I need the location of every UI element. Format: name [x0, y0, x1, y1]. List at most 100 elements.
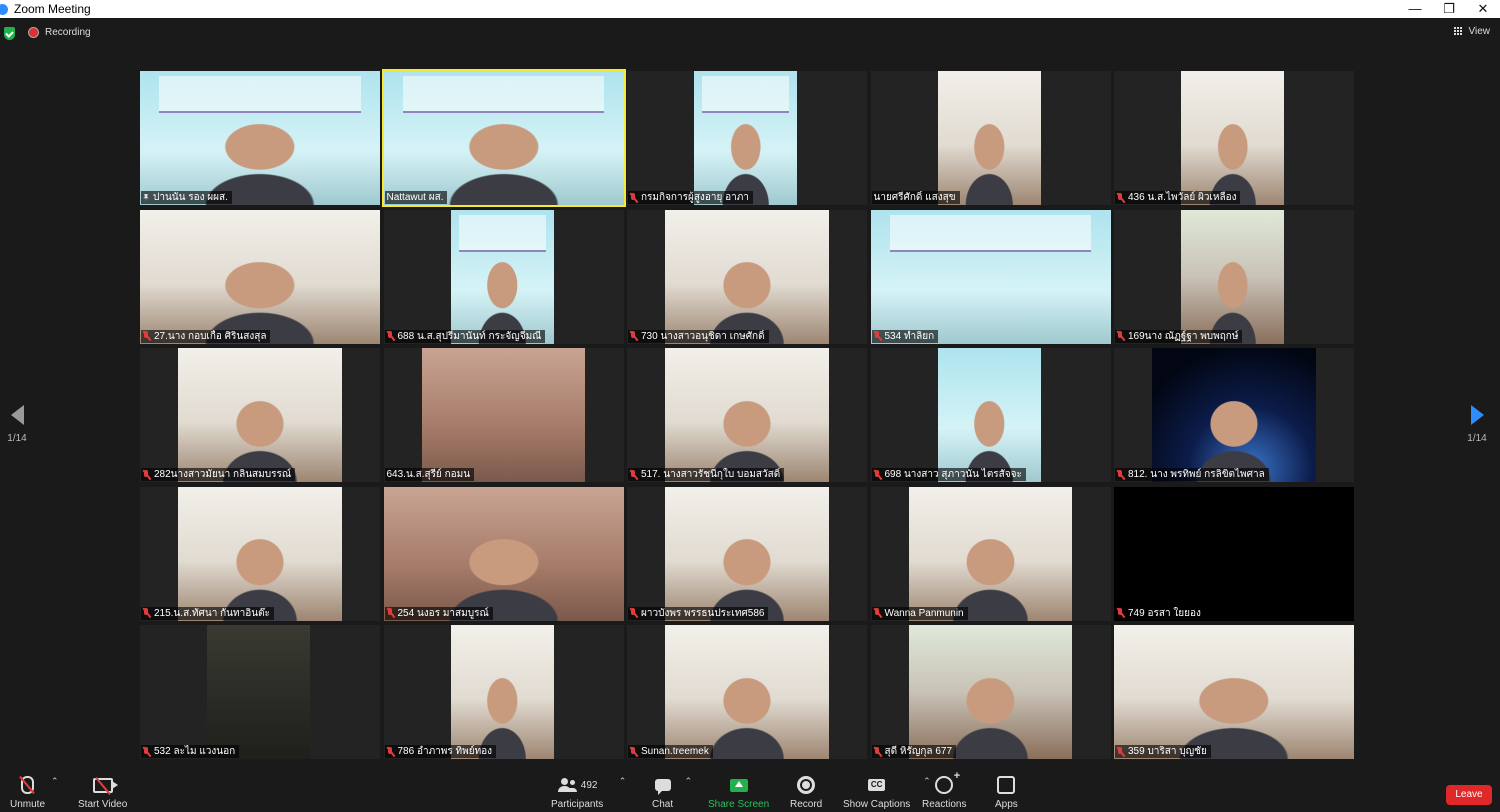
- left-arrow-icon[interactable]: [10, 405, 24, 425]
- participant-tile[interactable]: 812. นาง พรทิพย์ กรลิขิตไพศาล: [1114, 348, 1354, 482]
- participant-name: Wanna Panmunin: [884, 607, 964, 619]
- participant-name: ผาวบังพร พรรธนประเทศ586: [641, 607, 765, 619]
- muted-mic-icon: [387, 331, 394, 341]
- participant-tile[interactable]: 534 ทำลิยก: [870, 209, 1111, 344]
- muted-mic-icon: [1117, 608, 1124, 618]
- participant-tile[interactable]: 517. นางสาวรัชนีกุใบ บอมสวัสดิ์: [627, 348, 867, 482]
- participant-name: 359 บาริสา บุญชัย: [1128, 746, 1207, 757]
- record-button[interactable]: Record: [790, 774, 822, 810]
- participants-count: 492: [580, 779, 598, 791]
- participant-name-bar: 254 นงอร มาสมบูรณ์: [384, 606, 493, 620]
- participant-tile[interactable]: กรมกิจการผู้สูงอายุ อาภา: [627, 71, 867, 205]
- view-button[interactable]: View: [1453, 26, 1490, 37]
- apps-button[interactable]: Apps: [995, 774, 1018, 810]
- video-feed: [383, 71, 624, 205]
- participant-name: สุดี หิรัญกุล 677: [884, 746, 953, 757]
- muted-mic-icon: [630, 192, 637, 203]
- recording-indicator[interactable]: Recording: [28, 27, 91, 38]
- close-button[interactable]: ✕: [1466, 0, 1500, 18]
- participant-tile[interactable]: นายศรีศักดิ์ แสงสุข: [870, 71, 1111, 205]
- muted-mic-icon: [1117, 331, 1124, 341]
- participant-tile[interactable]: 282นางสาวมัยนา กลิ่นสมบรรณ์: [140, 348, 380, 482]
- share-screen-button[interactable]: Share Screen: [708, 774, 769, 810]
- start-video-button[interactable]: Start Video: [78, 774, 127, 810]
- muted-mic-icon: [143, 469, 150, 480]
- participant-name-bar: Nattawut ผส.: [384, 191, 448, 204]
- participant-tile[interactable]: 698 นางสาว สุภาวนัน ไตรสัจจะ: [870, 348, 1111, 482]
- participant-tile[interactable]: 436 น.ส.ไพวัลย์ ผิวเหลือง: [1114, 71, 1354, 205]
- apps-icon: [997, 776, 1016, 794]
- reactions-button[interactable]: Reactions: [922, 770, 966, 810]
- participants-icon: [557, 778, 577, 792]
- participant-name-bar: 749 อรสา ใยยอง: [1115, 606, 1205, 620]
- participant-name-bar: 27.นาง กอบเกื้อ ศิรินสงสุล: [141, 329, 271, 343]
- video-feed: [1114, 486, 1354, 621]
- participant-tile[interactable]: 254 นงอร มาสมบูรณ์: [383, 486, 624, 621]
- participant-tile[interactable]: 169นาง ณัฏฐ์ฐา พบพฤกษ์: [1114, 209, 1354, 344]
- participant-tile[interactable]: 749 อรสา ใยยอง: [1114, 486, 1354, 621]
- recording-dot-icon: [28, 27, 39, 38]
- participants-label: Participants: [551, 799, 604, 810]
- video-feed: [1114, 625, 1354, 759]
- next-page-control[interactable]: 1/14: [1462, 405, 1492, 444]
- participant-name-bar: 436 น.ส.ไพวัลย์ ผิวเหลือง: [1115, 191, 1241, 204]
- previous-page-control[interactable]: 1/14: [2, 405, 32, 444]
- participant-name: 532 ละไม แวงนอก: [154, 746, 236, 757]
- participant-name-bar: 282นางสาวมัยนา กลิ่นสมบรรณ์: [141, 468, 296, 481]
- participant-tile[interactable]: ผาวบังพร พรรธนประเทศ586: [627, 486, 867, 621]
- unmute-button[interactable]: ⌃ Unmute: [10, 774, 59, 810]
- muted-mic-icon: [630, 746, 637, 757]
- participant-name-bar: นายศรีศักดิ์ แสงสุข: [871, 191, 960, 204]
- muted-mic-icon: [143, 331, 150, 341]
- show-captions-button[interactable]: CC ⌃ Show Captions: [843, 774, 931, 810]
- participant-name-bar: 517. นางสาวรัชนีกุใบ บอมสวัสดิ์: [628, 468, 785, 481]
- participant-tile[interactable]: 359 บาริสา บุญชัย: [1114, 625, 1354, 759]
- audio-options-caret-icon[interactable]: ⌃: [51, 776, 59, 787]
- video-feed: [1181, 71, 1285, 205]
- participant-name: 812. นาง พรทิพย์ กรลิขิตไพศาล: [1128, 469, 1265, 480]
- muted-mic-icon: [630, 608, 637, 618]
- video-feed: [908, 486, 1073, 621]
- video-feed: [450, 625, 554, 759]
- participant-tile[interactable]: สุดี หิรัญกุล 677: [870, 625, 1111, 759]
- participant-tile[interactable]: 27.นาง กอบเกื้อ ศิรินสงสุล: [140, 209, 380, 344]
- participants-button[interactable]: 492 ⌃ Participants: [551, 774, 626, 810]
- participant-tile[interactable]: Sunan.treemek: [627, 625, 867, 759]
- participant-tile[interactable]: 215.น.ส.ทัศนา กันทาอินต๊ะ: [140, 486, 380, 621]
- chat-button[interactable]: ⌃ Chat: [652, 774, 692, 810]
- muted-mic-icon: [874, 746, 881, 757]
- recording-label: Recording: [45, 27, 91, 38]
- page-indicator-right: 1/14: [1467, 433, 1487, 444]
- encryption-shield-icon[interactable]: [4, 27, 15, 40]
- participant-tile[interactable]: 688 น.ส.สุปรีมานันท์ กระจัญจีมณี: [383, 209, 624, 344]
- muted-mic-icon: [874, 331, 881, 341]
- video-feed: [450, 209, 554, 344]
- participants-options-caret-icon[interactable]: ⌃: [619, 776, 627, 787]
- zoom-logo-icon: [0, 3, 8, 15]
- participant-name-bar: สุดี หิรัญกุล 677: [871, 745, 957, 758]
- minimize-button[interactable]: —: [1398, 0, 1432, 18]
- participant-tile[interactable]: ปานนัน รอง ผผส.: [140, 71, 380, 205]
- participant-name-bar: 643.น.ส.สุรีย์ กอมน: [384, 468, 475, 481]
- participant-name-bar: 688 น.ส.สุปรีมานันท์ กระจัญจีมณี: [384, 329, 546, 343]
- participant-tile[interactable]: Wanna Panmunin: [870, 486, 1111, 621]
- participant-name: Nattawut ผส.: [386, 192, 444, 203]
- muted-mic-icon: [874, 469, 881, 480]
- leave-button[interactable]: Leave: [1446, 785, 1492, 805]
- participant-tile[interactable]: 730 นางสาวอนุชิดา เกษศักดิ์: [627, 209, 867, 344]
- participant-tile[interactable]: 786 อำภาพร ทิพย์ทอง: [383, 625, 624, 759]
- show-captions-label: Show Captions: [843, 799, 911, 810]
- participant-tile[interactable]: 643.น.ส.สุรีย์ กอมน: [383, 348, 624, 482]
- participant-name-bar: 169นาง ณัฏฐ์ฐา พบพฤกษ์: [1115, 329, 1243, 343]
- chat-options-caret-icon[interactable]: ⌃: [685, 776, 693, 787]
- unmute-label: Unmute: [10, 799, 46, 810]
- video-feed: [665, 625, 829, 759]
- right-arrow-icon[interactable]: [1470, 405, 1484, 425]
- participant-name-bar: ปานนัน รอง ผผส.: [141, 191, 232, 204]
- maximize-button[interactable]: ❐: [1432, 0, 1466, 18]
- participant-name-bar: 534 ทำลิยก: [871, 329, 939, 343]
- participant-name-bar: 730 นางสาวอนุชิดา เกษศักดิ์: [628, 329, 769, 343]
- participant-tile[interactable]: 532 ละไม แวงนอก: [140, 625, 380, 759]
- participant-tile-active-speaker[interactable]: Nattawut ผส.: [381, 69, 626, 207]
- participant-name: 730 นางสาวอนุชิดา เกษศักดิ์: [641, 330, 765, 342]
